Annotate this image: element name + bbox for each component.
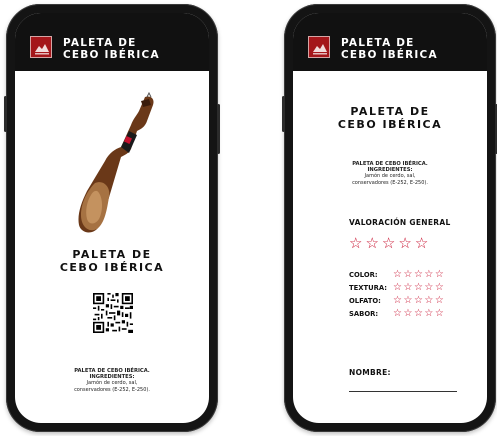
name-input-line[interactable] xyxy=(349,391,457,392)
star-icon[interactable]: ☆ xyxy=(349,236,362,251)
app-header: PALETA DE CEBO IBÉRICA xyxy=(293,13,487,71)
star-icon[interactable]: ☆ xyxy=(414,309,423,319)
star-icon[interactable]: ☆ xyxy=(414,270,423,280)
star-icon[interactable]: ☆ xyxy=(435,309,444,319)
brand-logo-icon xyxy=(308,36,330,58)
star-icon[interactable]: ☆ xyxy=(403,309,412,319)
rating-stars[interactable]: ☆ ☆ ☆ ☆ ☆ xyxy=(393,283,444,293)
star-icon[interactable]: ☆ xyxy=(414,283,423,293)
ingredients-line-2: conservadores (E-252, E-250). xyxy=(74,386,150,393)
header-title: PALETA DE CEBO IBÉRICA xyxy=(341,37,438,61)
star-icon[interactable]: ☆ xyxy=(424,296,433,306)
rating-row-color: COLOR: ☆ ☆ ☆ ☆ ☆ xyxy=(349,270,444,280)
general-rating-stars[interactable]: ☆ ☆ ☆ ☆ ☆ xyxy=(349,236,428,251)
star-icon[interactable]: ☆ xyxy=(393,309,402,319)
star-icon[interactable]: ☆ xyxy=(382,236,395,251)
ingredients-line-2: conservadores (E-252, E-250). xyxy=(352,179,428,186)
rating-row-olfato: OLFATO: ☆ ☆ ☆ ☆ ☆ xyxy=(349,296,444,306)
rating-row-textura: TEXTURA: ☆ ☆ ☆ ☆ ☆ xyxy=(349,283,444,293)
star-icon[interactable]: ☆ xyxy=(403,283,412,293)
rating-label: COLOR: xyxy=(349,271,378,279)
product-title: PALETA DE CEBO IBÉRICA xyxy=(337,105,443,131)
app-header: PALETA DE CEBO IBÉRICA xyxy=(15,13,209,71)
star-icon[interactable]: ☆ xyxy=(435,270,444,280)
power-button xyxy=(217,104,220,154)
rating-label: SABOR: xyxy=(349,310,379,318)
ham-product-image xyxy=(78,91,154,233)
phone-right: PALETA DE CEBO IBÉRICA PALETA DE CEBO IB… xyxy=(282,4,497,432)
header-title: PALETA DE CEBO IBÉRICA xyxy=(63,37,160,61)
star-icon[interactable]: ☆ xyxy=(435,283,444,293)
qr-code[interactable] xyxy=(93,293,133,333)
volume-button xyxy=(4,96,7,132)
general-rating-label: VALORACIÓN GENERAL xyxy=(349,218,451,227)
star-icon[interactable]: ☆ xyxy=(393,283,402,293)
rating-label: TEXTURA: xyxy=(349,284,388,292)
rating-label: OLFATO: xyxy=(349,297,381,305)
star-icon[interactable]: ☆ xyxy=(414,296,423,306)
star-icon[interactable]: ☆ xyxy=(403,270,412,280)
volume-button xyxy=(282,96,285,132)
product-title: PALETA DE CEBO IBÉRICA xyxy=(59,248,165,274)
star-icon[interactable]: ☆ xyxy=(403,296,412,306)
rating-stars[interactable]: ☆ ☆ ☆ ☆ ☆ xyxy=(393,270,444,280)
screen-product: PALETA DE CEBO IBÉRICA PALETA DE CEBO IB… xyxy=(15,13,209,423)
screen-rating: PALETA DE CEBO IBÉRICA PALETA DE CEBO IB… xyxy=(293,13,487,423)
rating-stars[interactable]: ☆ ☆ ☆ ☆ ☆ xyxy=(393,296,444,306)
ingredients-block: PALETA DE CEBO IBÉRICA. INGREDIENTES: Ja… xyxy=(15,368,209,393)
rating-row-sabor: SABOR: ☆ ☆ ☆ ☆ ☆ xyxy=(349,309,444,319)
star-icon[interactable]: ☆ xyxy=(393,270,402,280)
star-icon[interactable]: ☆ xyxy=(393,296,402,306)
name-label: NOMBRE: xyxy=(349,368,391,377)
ingredients-block: PALETA DE CEBO IBÉRICA. INGREDIENTES: Ja… xyxy=(293,161,487,186)
star-icon[interactable]: ☆ xyxy=(435,296,444,306)
rating-stars[interactable]: ☆ ☆ ☆ ☆ ☆ xyxy=(393,309,444,319)
star-icon[interactable]: ☆ xyxy=(424,270,433,280)
star-icon[interactable]: ☆ xyxy=(424,309,433,319)
star-icon[interactable]: ☆ xyxy=(415,236,428,251)
star-icon[interactable]: ☆ xyxy=(424,283,433,293)
star-icon[interactable]: ☆ xyxy=(365,236,378,251)
brand-logo-icon xyxy=(30,36,52,58)
star-icon[interactable]: ☆ xyxy=(398,236,411,251)
phone-left: PALETA DE CEBO IBÉRICA PALETA DE CEBO IB… xyxy=(4,4,220,432)
